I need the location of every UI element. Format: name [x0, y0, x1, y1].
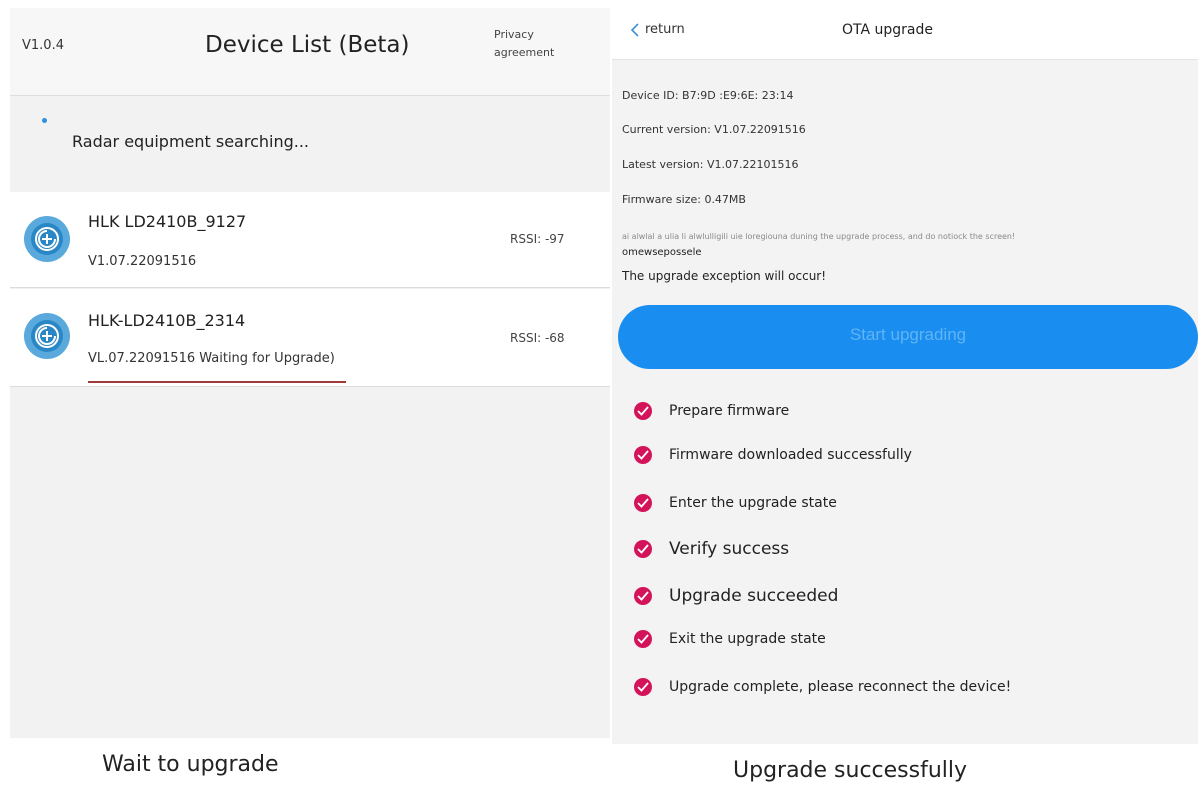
device-rssi: RSSI: -97 — [510, 232, 565, 246]
upgrade-step-label: Exit the upgrade state — [669, 631, 826, 647]
upgrade-step: Firmware downloaded successfully — [634, 446, 912, 464]
latest-version: Latest version: V1.07.22101516 — [622, 158, 799, 171]
upgrade-step-label: Upgrade succeeded — [669, 586, 839, 606]
radar-device-icon — [24, 313, 70, 359]
upgrade-step-label: Firmware downloaded successfully — [669, 447, 912, 463]
page-title: Device List (Beta) — [205, 32, 410, 58]
device-rssi: RSSI: -68 — [510, 331, 565, 345]
upgrade-step-label: Prepare firmware — [669, 403, 790, 419]
upgrade-step: Enter the upgrade state — [634, 494, 837, 512]
upgrade-notice-continued: omewsepossele — [622, 247, 702, 258]
upgrade-step: Upgrade succeeded — [634, 586, 838, 606]
privacy-link-line2: agreement — [494, 46, 555, 59]
searching-spinner-icon — [42, 118, 47, 123]
device-list-screen: V1.0.4 Device List (Beta) Privacy agreem… — [10, 8, 610, 738]
device-id: Device ID: B7:9D :E9:6E: 23:14 — [622, 89, 794, 102]
ota-upgrade-screen: return OTA upgrade Device ID: B7:9D :E9:… — [612, 4, 1198, 744]
app-version: V1.0.4 — [22, 38, 64, 53]
chevron-left-icon — [630, 22, 639, 37]
page-title: OTA upgrade — [842, 22, 933, 38]
check-circle-icon — [634, 540, 652, 558]
device-name: HLK-LD2410B_2314 — [88, 311, 246, 330]
device-list-item[interactable]: HLK LD2410B_9127 V1.07.22091516 RSSI: -9… — [10, 192, 610, 288]
upgrade-warning: The upgrade exception will occur! — [622, 269, 827, 283]
radar-device-icon — [24, 216, 70, 262]
upgrade-notice: ai alwlal a ulia li alwlulligili uie lor… — [622, 232, 1016, 241]
privacy-link-line1: Privacy — [494, 28, 534, 41]
device-list-item[interactable]: HLK-LD2410B_2314 VL.07.22091516 Waiting … — [10, 289, 610, 387]
upgrade-step: Prepare firmware — [634, 402, 789, 420]
check-circle-icon — [634, 630, 652, 648]
privacy-agreement-link[interactable]: Privacy agreement — [494, 26, 584, 62]
return-label: return — [645, 22, 685, 37]
firmware-size: Firmware size: 0.47MB — [622, 193, 746, 206]
check-circle-icon — [634, 494, 652, 512]
check-circle-icon — [634, 587, 652, 605]
right-caption: Upgrade successfully — [733, 758, 968, 783]
check-circle-icon — [634, 678, 652, 696]
device-list-header: V1.0.4 Device List (Beta) Privacy agreem… — [10, 8, 610, 96]
upgrade-step-label: Verify success — [669, 539, 790, 559]
device-version: V1.07.22091516 — [88, 254, 197, 269]
start-upgrading-label: Start upgrading — [849, 325, 967, 344]
upgrade-step-label: Upgrade complete, please reconnect the d… — [669, 679, 1012, 695]
return-button[interactable]: return — [630, 22, 685, 37]
current-version: Current version: V1.07.22091516 — [622, 123, 806, 136]
check-circle-icon — [634, 402, 652, 420]
upgrade-step-label: Enter the upgrade state — [669, 495, 837, 511]
device-name: HLK LD2410B_9127 — [88, 212, 247, 231]
upgrade-step: Exit the upgrade state — [634, 630, 826, 648]
search-status: Radar equipment searching... — [72, 132, 310, 151]
ota-header: return OTA upgrade — [612, 4, 1198, 60]
upgrade-step: Upgrade complete, please reconnect the d… — [634, 678, 1011, 696]
start-upgrading-button[interactable]: Start upgrading — [618, 305, 1198, 369]
device-version: VL.07.22091516 Waiting for Upgrade) — [88, 351, 335, 366]
left-caption: Wait to upgrade — [102, 752, 279, 777]
upgrade-progress-line — [88, 381, 346, 383]
upgrade-step: Verify success — [634, 539, 789, 559]
check-circle-icon — [634, 446, 652, 464]
